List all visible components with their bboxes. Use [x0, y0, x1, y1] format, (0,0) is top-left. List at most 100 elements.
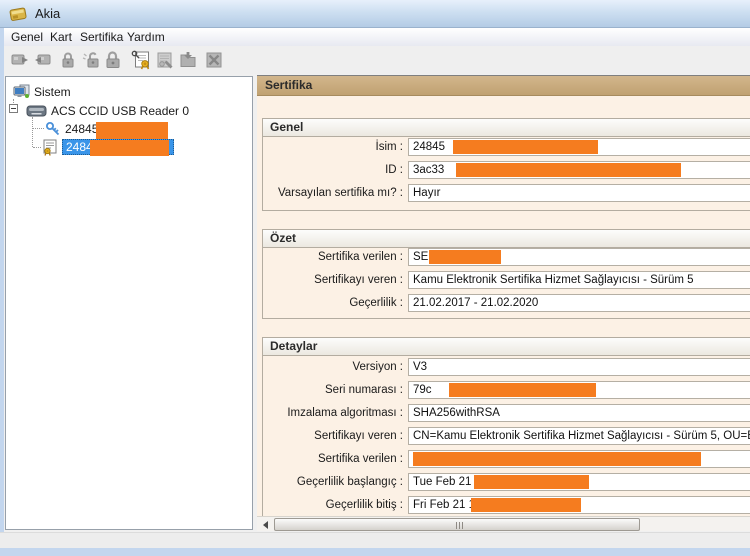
field-label: Sertifika verilen : [257, 248, 403, 266]
redaction-bar [453, 140, 598, 154]
redaction-bar [456, 163, 681, 177]
tree-item-system-label: Sistem [34, 85, 71, 99]
redaction-bar [429, 250, 501, 264]
field-row-gecerlilik: Geçerlilik : 21.02.2017 - 21.02.2020 [257, 294, 750, 312]
pin-lock-icon [102, 49, 124, 71]
field-verilen-value: SE [408, 248, 750, 266]
field-detay-veren-value: CN=Kamu Elektronik Sertifika Hizmet Sağl… [408, 427, 750, 445]
field-row-varsayilan: Varsayılan sertifika mı? : Hayır [257, 184, 750, 202]
lock-login-button[interactable] [57, 49, 79, 71]
group-ozet-title: Özet [263, 230, 750, 248]
field-label: Sertifikayı veren : [257, 427, 403, 445]
view-certificate-icon [130, 49, 152, 71]
redaction-bar [413, 452, 701, 466]
collapse-expander[interactable] [9, 104, 18, 113]
field-varsayilan-value: Hayır [408, 184, 750, 202]
field-label: Geçerlilik : [257, 294, 403, 312]
field-label: ID : [257, 161, 403, 179]
tree-item-reader[interactable]: ACS CCID USB Reader 0 [26, 102, 189, 120]
window-bottom-border [0, 548, 750, 556]
redaction-bar [471, 498, 581, 512]
field-isim-value: 24845 [408, 138, 750, 156]
certificate-panel-content: Genel İsim : 24845 ID : 3ac33 Varsayılan… [257, 96, 750, 516]
menu-bar: Genel Kart Sertifika Yardım [4, 28, 750, 46]
tree-connector [33, 147, 41, 148]
redaction-bar [90, 140, 169, 156]
field-row-detay-verilen: Sertifika verilen : [257, 450, 750, 468]
field-row-imzalama: Imzalama algoritması : SHA256withRSA [257, 404, 750, 422]
menu-genel[interactable]: Genel [8, 28, 46, 46]
scroll-left-button[interactable] [257, 517, 273, 531]
field-row-bitis: Geçerlilik bitiş : Fri Feb 21 1 [257, 496, 750, 514]
field-label: Sertifika verilen : [257, 450, 403, 468]
import-icon [177, 49, 199, 71]
app-window: Akia Genel Kart Sertifika Yardım [0, 0, 750, 556]
field-imzalama-value: SHA256withRSA [408, 404, 750, 422]
field-row-isim: İsim : 24845 [257, 138, 750, 156]
certificate-icon [41, 139, 58, 156]
tree-item-reader-label: ACS CCID USB Reader 0 [51, 104, 189, 118]
field-row-verilen: Sertifika verilen : SE [257, 248, 750, 266]
menu-sertifika[interactable]: Sertifika [77, 28, 126, 46]
tree-item-key[interactable]: 24845 [45, 120, 98, 138]
remove-card-button[interactable] [32, 49, 54, 71]
group-genel-title: Genel [263, 119, 750, 137]
key-icon [45, 121, 61, 137]
tree-item-system[interactable]: Sistem [13, 83, 71, 101]
certificate-panel: Sertifika Genel İsim : 24845 ID : 3ac33 [257, 75, 750, 531]
field-veren-value: Kamu Elektronik Sertifika Hizmet Sağlayı… [408, 271, 750, 289]
redaction-bar [96, 122, 168, 139]
group-detaylar-title: Detaylar [263, 338, 750, 356]
field-gecerlilik-value: 21.02.2017 - 21.02.2020 [408, 294, 750, 312]
status-bar [0, 532, 750, 548]
insert-card-button[interactable] [9, 49, 31, 71]
menu-kart[interactable]: Kart [47, 28, 75, 46]
certificate-details-icon [154, 49, 176, 71]
certificate-details-button[interactable] [154, 49, 176, 71]
field-detay-verilen-value [408, 450, 750, 468]
insert-card-icon [9, 49, 31, 71]
redaction-bar [449, 383, 596, 397]
field-label: Geçerlilik başlangıç : [257, 473, 403, 491]
field-label: Sertifikayı veren : [257, 271, 403, 289]
certificate-panel-title: Sertifika [257, 76, 750, 96]
field-baslangic-value: Tue Feb 21 1 [408, 473, 750, 491]
delete-icon [203, 49, 225, 71]
field-bitis-value: Fri Feb 21 1 [408, 496, 750, 514]
view-certificate-button[interactable] [130, 49, 152, 71]
lock-icon [57, 49, 79, 71]
import-certificate-button[interactable] [177, 49, 199, 71]
field-row-detay-veren: Sertifikayı veren : CN=Kamu Elektronik S… [257, 427, 750, 445]
window-left-border [0, 28, 4, 548]
field-seri-value: 79c [408, 381, 750, 399]
field-label: İsim : [257, 138, 403, 156]
field-row-baslangic: Geçerlilik başlangıç : Tue Feb 21 1 [257, 473, 750, 491]
device-tree-panel: Sistem ACS CCID USB Reader 0 24845 [5, 76, 253, 530]
tree-connector [32, 117, 33, 147]
field-label: Versiyon : [257, 358, 403, 376]
toolbar [4, 46, 750, 74]
scroll-left-arrow-icon [259, 521, 268, 529]
field-row-seri: Seri numarası : 79c [257, 381, 750, 399]
card-reader-icon [26, 104, 47, 118]
window-title: Akia [35, 6, 60, 21]
tree-connector [33, 128, 44, 129]
redaction-bar [474, 475, 589, 489]
menu-yardim[interactable]: Yardım [124, 28, 168, 46]
field-label: Geçerlilik bitiş : [257, 496, 403, 514]
delete-certificate-button[interactable] [203, 49, 225, 71]
field-label: Seri numarası : [257, 381, 403, 399]
scrollbar-grip-icon [456, 522, 457, 529]
field-row-versiyon: Versiyon : V3 [257, 358, 750, 376]
app-logo-icon [8, 4, 28, 24]
system-icon [13, 84, 30, 100]
unlock-logout-button[interactable] [80, 49, 102, 71]
field-label: Imzalama algoritması : [257, 404, 403, 422]
title-bar: Akia [0, 0, 750, 28]
field-row-veren: Sertifikayı veren : Kamu Elektronik Sert… [257, 271, 750, 289]
scrollbar-thumb[interactable] [274, 518, 640, 531]
horizontal-scrollbar[interactable] [257, 516, 750, 531]
tree-item-key-label: 24845 [65, 122, 98, 136]
change-pin-button[interactable] [102, 49, 124, 71]
unlock-icon [80, 49, 102, 71]
